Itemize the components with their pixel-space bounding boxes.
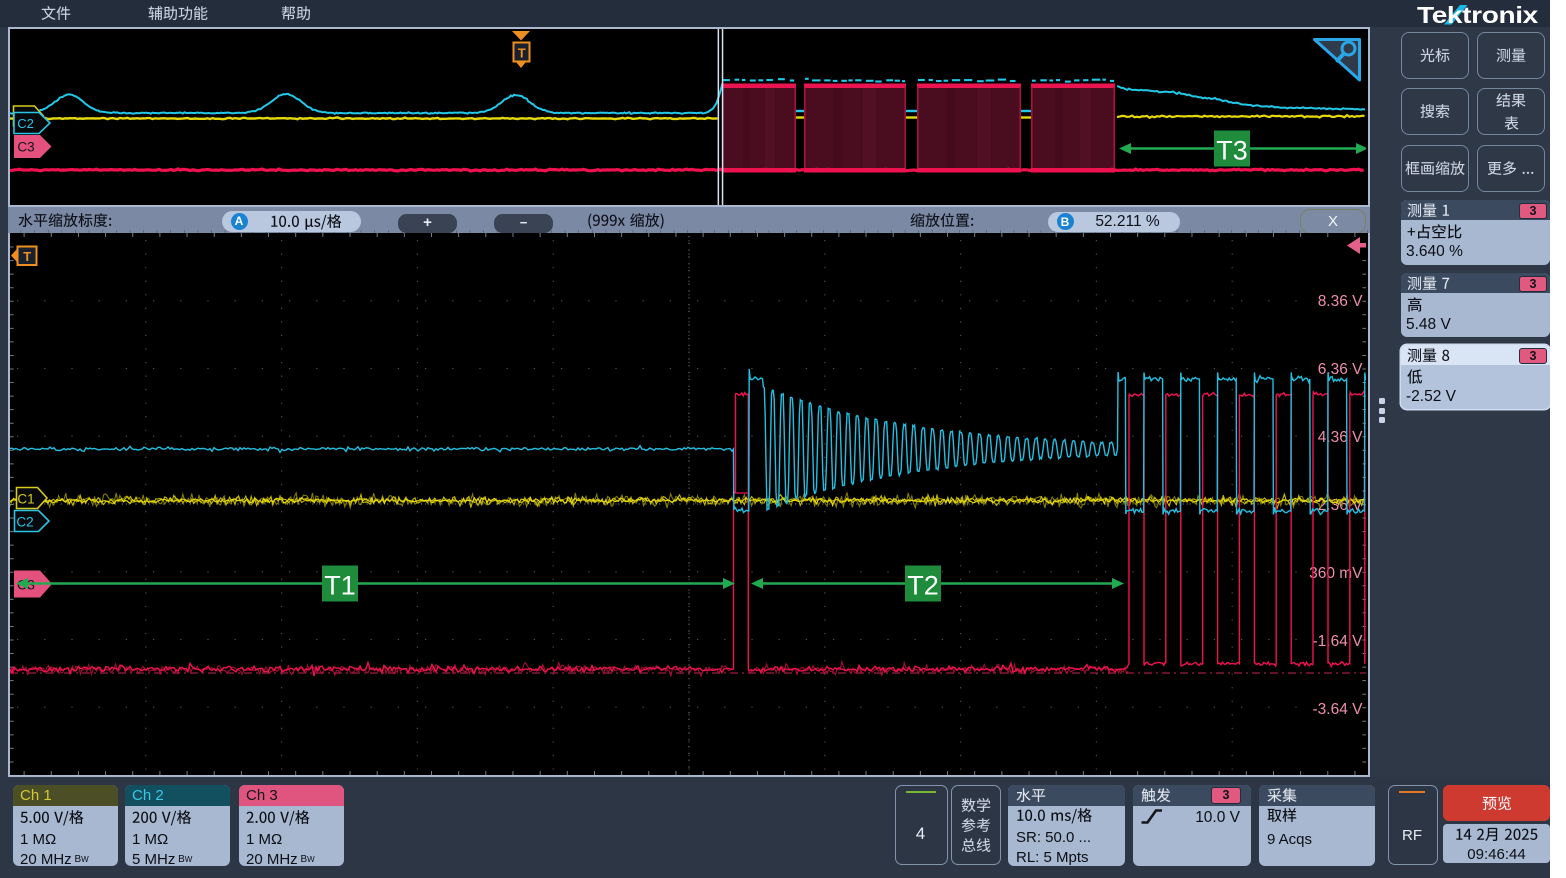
svg-text:C2: C2 [16,515,33,530]
svg-text:T: T [518,46,526,61]
svg-text:6.36 V: 6.36 V [1318,361,1363,378]
svg-text:-3.64 V: -3.64 V [1313,701,1364,718]
svg-text:360 mV: 360 mV [1309,565,1363,582]
svg-text:4.36 V: 4.36 V [1318,429,1363,446]
svg-text:8.36 V: 8.36 V [1318,293,1363,310]
svg-text:T2: T2 [907,571,939,601]
svg-text:C3: C3 [17,140,34,155]
svg-text:T1: T1 [324,571,356,601]
svg-text:C1: C1 [17,492,34,507]
svg-text:T3: T3 [1216,136,1248,166]
svg-text:C2: C2 [17,116,34,131]
svg-text:T: T [23,249,31,264]
svg-text:-1.64 V: -1.64 V [1313,633,1364,650]
